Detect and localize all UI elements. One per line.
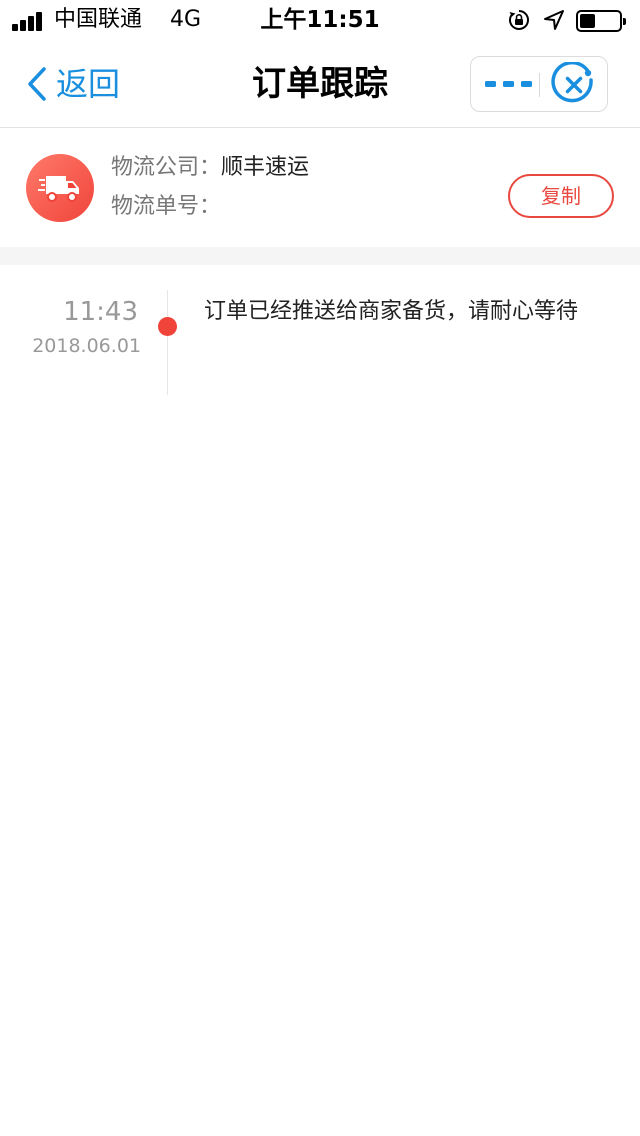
tracking-number-label: 物流单号： [111,194,222,219]
company-label: 物流公司： [111,155,222,180]
status-bar: 中国联通 4G 上午11:51 [0,0,640,40]
timeline-line [167,290,168,395]
timeline-time: 11:43 [63,297,138,327]
truck-avatar [26,154,94,222]
capsule-divider [539,73,540,97]
tracking-number-row: 物流单号： [111,192,221,222]
tracking-timeline: 11:43 2018.06.01 订单已经推送给商家备货，请耐心等待 [0,265,640,405]
battery-icon [576,10,626,32]
company-row: 物流公司：顺丰速运 [111,153,309,183]
close-circle-icon[interactable] [551,62,597,108]
location-icon [544,10,564,30]
more-dots-icon[interactable] [483,57,539,111]
mini-program-capsule [470,56,608,112]
section-divider [0,247,640,265]
back-chevron-icon [28,67,46,101]
timeline-date: 2018.06.01 [32,335,141,357]
truck-icon [38,176,79,202]
nav-bar: 返回 订单跟踪 [0,40,640,128]
rotation-lock-icon [509,10,529,30]
back-button[interactable]: 返回 [26,62,120,106]
timeline-description: 订单已经推送给商家备货，请耐心等待 [204,299,579,324]
logistics-info: 物流公司：顺丰速运 物流单号： 复制 [0,129,640,247]
copy-button[interactable]: 复制 [508,174,614,218]
company-value: 顺丰速运 [221,155,310,180]
timeline-dot [158,317,177,336]
back-label: 返回 [56,65,121,103]
